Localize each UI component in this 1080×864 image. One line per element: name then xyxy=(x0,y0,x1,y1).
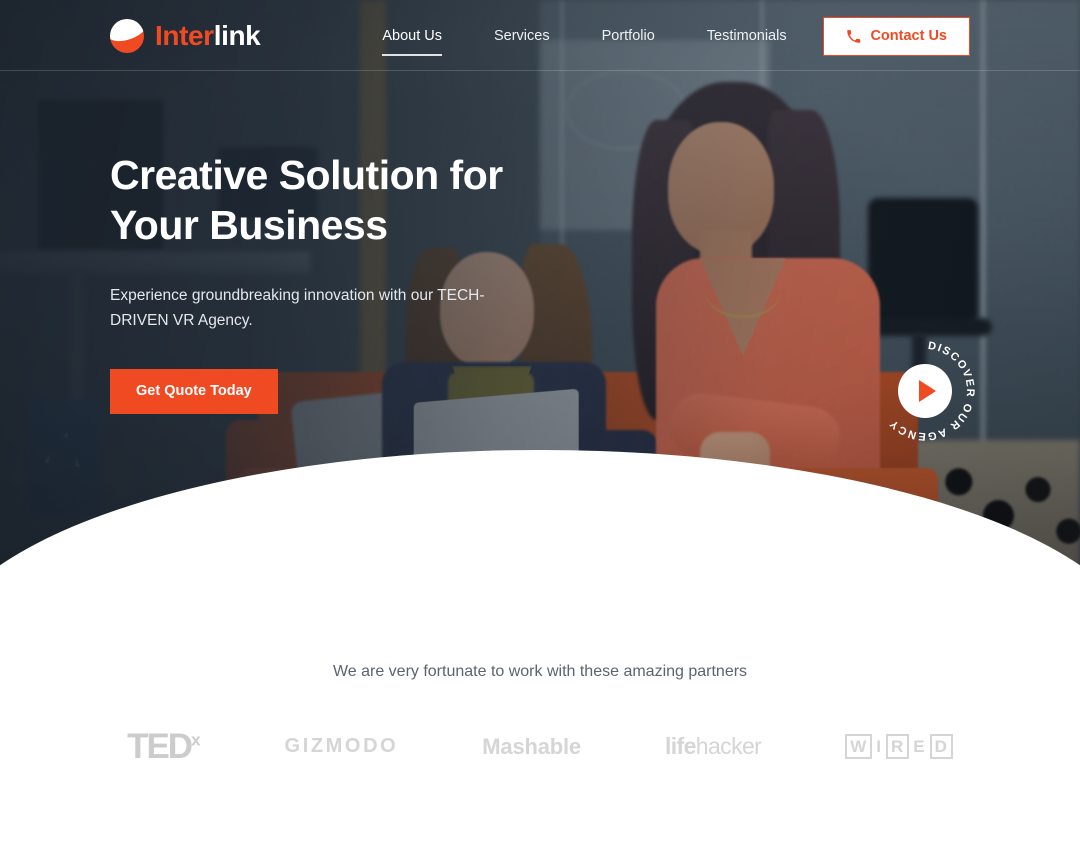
interlink-wave-logo-icon xyxy=(110,18,144,53)
nav-item-about-us[interactable]: About Us xyxy=(382,22,442,56)
partner-logo-gizmodo: GIZMODO xyxy=(284,735,399,757)
tedx-main: TED xyxy=(127,727,193,766)
hero-title-line-2: Your Business xyxy=(110,202,388,249)
discover-agency-play-badge[interactable]: DISCOVER OUR AGENCY xyxy=(874,340,976,442)
contact-us-button[interactable]: Contact Us xyxy=(823,17,970,56)
partners-section: We are very fortunate to work with these… xyxy=(0,600,1080,764)
brand-logo[interactable]: Interlink xyxy=(110,18,261,53)
phone-icon xyxy=(846,29,861,44)
brand-name-part2: link xyxy=(213,19,261,51)
play-icon[interactable] xyxy=(898,364,952,418)
wired-letter-w: W xyxy=(845,734,873,759)
brand-name: Interlink xyxy=(155,19,261,51)
nav-item-testimonials[interactable]: Testimonials xyxy=(707,22,787,50)
nav-item-services[interactable]: Services xyxy=(494,22,550,50)
play-triangle xyxy=(918,380,936,402)
lifehacker-bold: life xyxy=(664,733,696,759)
partner-logo-lifehacker: lifehacker xyxy=(664,733,762,760)
site-header: Interlink About Us Services Portfolio Te… xyxy=(0,0,1080,71)
wired-letter-i: I xyxy=(876,737,883,756)
hero-subtitle: Experience groundbreaking innovation wit… xyxy=(110,287,485,329)
hero-content: Creative Solution for Your Business Expe… xyxy=(110,150,630,414)
brand-name-part1: Inter xyxy=(155,19,214,51)
partner-logo-tedx: TEDx xyxy=(127,729,200,764)
partner-logo-row: TEDx GIZMODO Mashable lifehacker W I R E… xyxy=(0,729,1080,764)
tedx-sup: x xyxy=(191,730,201,750)
nav-item-portfolio[interactable]: Portfolio xyxy=(602,22,655,50)
partner-logo-wired: W I R E D xyxy=(845,734,953,759)
partners-heading: We are very fortunate to work with these… xyxy=(332,663,748,680)
wired-letter-e: E xyxy=(913,737,926,756)
hero-section: Creative Solution for Your Business Expe… xyxy=(0,0,1080,600)
get-quote-button[interactable]: Get Quote Today xyxy=(110,369,278,414)
header-divider xyxy=(0,70,1080,71)
wired-letter-d: D xyxy=(929,734,953,759)
main-navigation: About Us Services Portfolio Testimonials xyxy=(382,22,838,56)
hero-title-line-1: Creative Solution for xyxy=(110,152,503,198)
lifehacker-rest: hacker xyxy=(695,733,762,759)
page-title: Creative Solution for Your Business xyxy=(110,150,630,250)
contact-us-label: Contact Us xyxy=(870,28,947,45)
wired-letter-r: R xyxy=(886,734,910,759)
partner-logo-mashable: Mashable xyxy=(482,733,581,759)
